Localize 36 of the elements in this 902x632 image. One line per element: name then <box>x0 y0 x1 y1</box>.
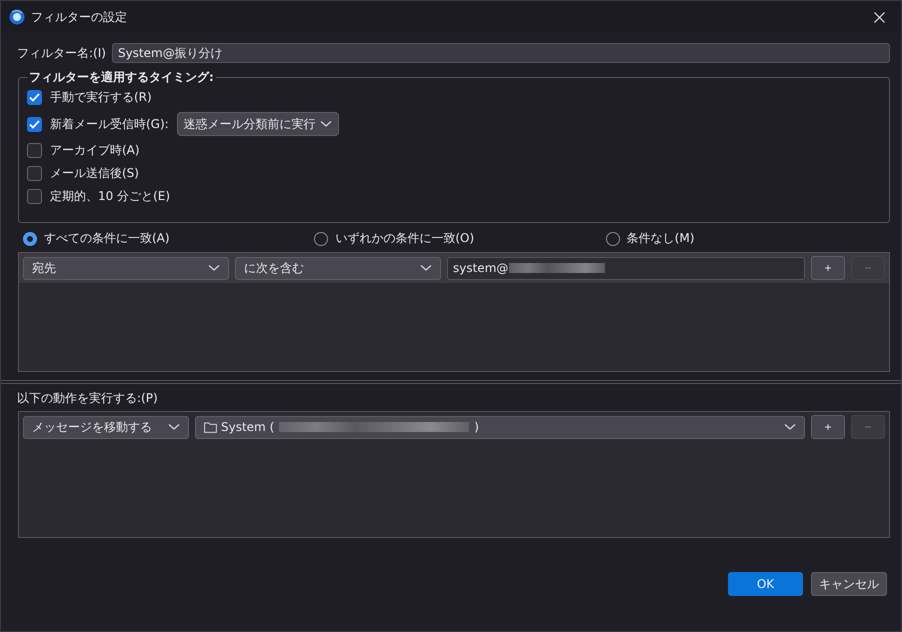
ok-button[interactable]: OK <box>728 572 803 596</box>
checkbox[interactable] <box>27 90 42 105</box>
timing-dropdown[interactable]: 迷惑メール分類前に実行 <box>176 112 339 136</box>
folder-dropdown[interactable]: System ( ) <box>195 416 805 438</box>
condition-value-field[interactable]: system@ <box>447 256 805 280</box>
filter-name-label: フィルター名:(I) <box>17 44 106 62</box>
checkbox-label: メール送信後(S) <box>50 165 139 182</box>
actions-label: 以下の動作を実行する:(P) <box>17 390 159 407</box>
timing-legend: フィルターを適用するタイミング: <box>27 69 216 86</box>
chevron-icon <box>320 120 332 128</box>
radio-option[interactable]: いずれかの条件に一致(O) <box>308 230 600 247</box>
chevron-icon <box>784 423 796 431</box>
radio-option[interactable]: すべての条件に一致(A) <box>17 230 308 247</box>
cancel-button[interactable]: キャンセル <box>811 572 887 596</box>
checkbox-label: 定期的、10 分ごと(E) <box>50 188 170 205</box>
app-logo-icon <box>9 9 25 25</box>
folder-icon <box>204 422 217 432</box>
checkbox-label: アーカイブ時(A) <box>50 142 140 159</box>
window-title: フィルターの設定 <box>31 8 128 26</box>
action-dropdown[interactable]: メッセージを移動する <box>23 416 189 438</box>
radio-option[interactable]: 条件なし(M) <box>600 230 891 247</box>
operator-dropdown[interactable]: に次を含む <box>235 256 441 280</box>
chevron-icon <box>208 264 220 272</box>
add-button[interactable]: + <box>811 415 845 439</box>
checkbox-label: 新着メール受信時(G): <box>50 116 169 132</box>
checkbox[interactable] <box>27 166 42 181</box>
add-button[interactable]: + <box>811 256 845 280</box>
chevron-icon <box>168 423 180 431</box>
checkbox[interactable] <box>27 143 42 158</box>
checkbox[interactable] <box>27 116 42 132</box>
field-dropdown[interactable]: 宛先 <box>23 256 229 280</box>
close-icon <box>874 12 884 22</box>
chevron-icon <box>420 264 432 272</box>
filter-name-field[interactable]: System@振り分け <box>112 43 890 63</box>
checkbox[interactable] <box>27 189 42 204</box>
checkbox-label: 手動で実行する(R) <box>50 89 152 106</box>
